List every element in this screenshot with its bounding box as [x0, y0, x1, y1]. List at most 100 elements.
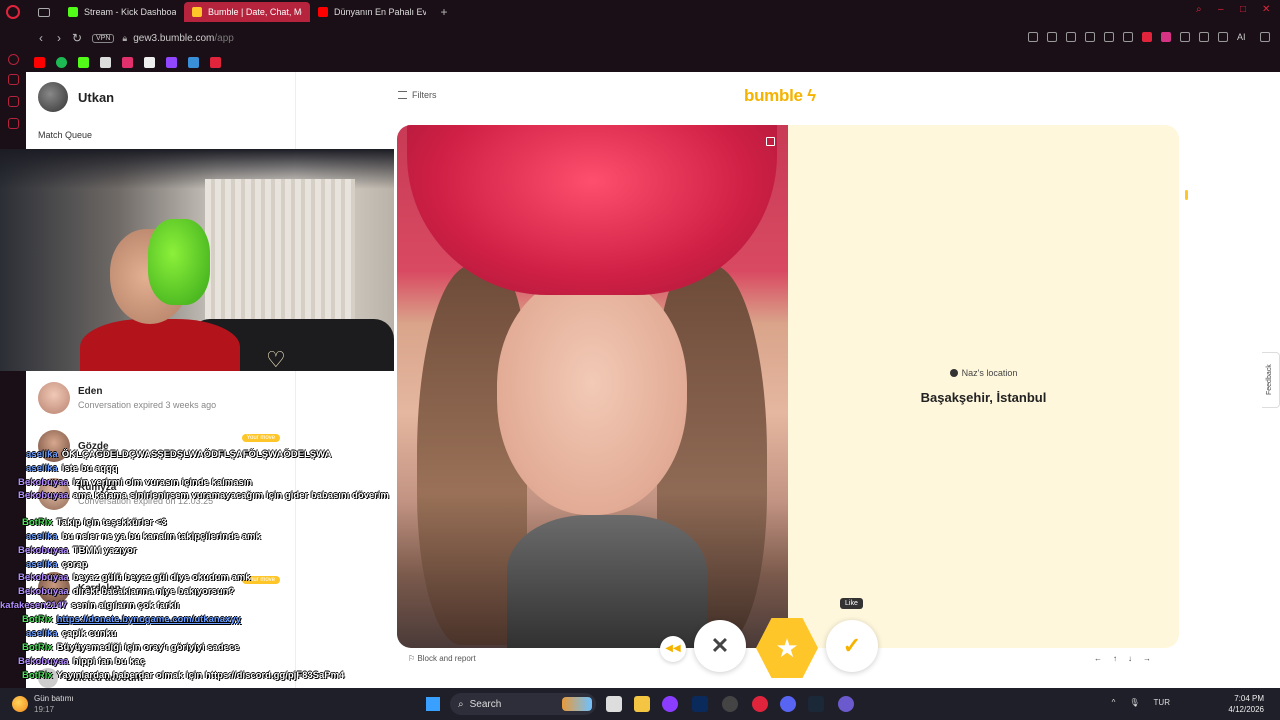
chat-username[interactable]: Bekobuyaa	[18, 477, 69, 488]
other-bookmark-icon[interactable]	[188, 56, 199, 68]
location-label-text: Naz's location	[961, 368, 1018, 378]
twitch-bookmark-icon[interactable]	[166, 56, 177, 68]
tab-youtube[interactable]: Dünyanın En Pahalı Evi / N	[310, 2, 434, 22]
user-profile[interactable]: Utkan	[38, 82, 114, 112]
screenshot-icon[interactable]	[1047, 32, 1057, 42]
chat-username[interactable]: Bekobuyaa	[18, 656, 69, 667]
messenger-icon[interactable]	[8, 96, 19, 107]
avatar	[38, 382, 70, 414]
adblock-icon[interactable]	[1142, 32, 1152, 42]
aria-icon[interactable]	[8, 54, 19, 65]
clock-date[interactable]: 4/12/2026	[1228, 705, 1264, 714]
expand-icon[interactable]	[766, 137, 775, 146]
app-clock-icon[interactable]	[722, 696, 738, 712]
language-indicator[interactable]: TUR	[1154, 698, 1170, 707]
weather-icon[interactable]	[12, 696, 28, 712]
feedback-tab[interactable]: Feedback	[1262, 352, 1280, 408]
chat-username[interactable]: BotRix	[22, 614, 53, 625]
url-field[interactable]: gew3.bumble.com/app	[133, 33, 234, 44]
rewind-button[interactable]: ◀◀	[660, 636, 686, 662]
app-purple-icon[interactable]	[662, 696, 678, 712]
chat-username[interactable]: BotRix	[22, 670, 53, 681]
chat-username[interactable]: Bekobuyaa	[18, 490, 69, 501]
photoshop-icon[interactable]	[692, 696, 708, 712]
microphone-icon[interactable]: 🎙︎	[1129, 698, 1139, 707]
chat-username[interactable]: aselika	[26, 449, 58, 460]
back-button[interactable]: ‹	[32, 31, 50, 45]
search-tabs-icon[interactable]: ⌕	[1196, 5, 1206, 15]
download-icon[interactable]	[1218, 32, 1228, 42]
chat-username[interactable]: BotRix	[22, 642, 53, 653]
pin-icon[interactable]	[1028, 32, 1038, 42]
youtube-bookmark-icon[interactable]	[34, 56, 45, 68]
chat-text: bu neler ne ya bu kanalın takipçilerinde…	[61, 531, 261, 542]
minimize-button[interactable]: –	[1218, 5, 1228, 15]
chat-username[interactable]: aselika	[26, 559, 58, 570]
chat-text: ama kafama sinirlenirsem vuramayacağım i…	[72, 490, 389, 501]
start-button[interactable]	[426, 697, 440, 711]
block-report-link[interactable]: ⚐ Block and report	[408, 654, 476, 663]
forward-button[interactable]: ›	[50, 31, 68, 45]
reload-button[interactable]: ↻	[68, 31, 86, 45]
tab-kick-dashboard[interactable]: Stream - Kick Dashboard	[60, 2, 184, 22]
bookmarks-bar	[0, 52, 1280, 72]
tab-bar: Stream - Kick Dashboard Bumble | Date, C…	[0, 0, 1280, 24]
chat-username[interactable]: aselika	[26, 628, 58, 639]
translate-icon[interactable]	[1085, 32, 1095, 42]
clock-time[interactable]: 7:04 PM	[1234, 694, 1264, 703]
menu-icon[interactable]	[1260, 32, 1270, 42]
tiktok-bookmark-icon[interactable]	[144, 56, 155, 68]
conversation-item[interactable]: Eden Conversation expired 3 weeks ago	[38, 382, 288, 414]
discord-icon[interactable]	[780, 696, 796, 712]
tab-manager-icon[interactable]	[38, 7, 50, 17]
instagram-bookmark-icon[interactable]	[122, 56, 133, 68]
taskbar-search[interactable]: ⌕ Search	[450, 693, 596, 715]
steam-icon[interactable]	[808, 696, 824, 712]
chat-username[interactable]: Bekobuyaa	[18, 545, 69, 556]
heart-icon[interactable]	[1123, 32, 1133, 42]
chat-username[interactable]: Bekobuyaa	[18, 572, 69, 583]
avatar[interactable]	[38, 82, 68, 112]
chat-link[interactable]: https://donate.bynogame.com/utkanaxyy	[57, 614, 241, 625]
system-tray: ^ 🎙︎ TUR	[1112, 698, 1170, 707]
tab-title: Bumble | Date, Chat, Meet	[208, 7, 302, 17]
task-view-icon[interactable]	[606, 696, 622, 712]
spotify-bookmark-icon[interactable]	[56, 56, 67, 68]
pass-button[interactable]: ✕	[694, 620, 746, 672]
puzzle-icon[interactable]	[1180, 32, 1190, 42]
chat-username[interactable]: aselika	[26, 531, 58, 542]
chat-username[interactable]: aselika	[26, 463, 58, 474]
vpn-badge[interactable]: VPN	[92, 33, 115, 43]
app-round-icon[interactable]	[838, 696, 854, 712]
x-bookmark-icon[interactable]	[100, 56, 111, 68]
chat-message: Bekobuyaa TBMM yazıyor	[18, 545, 137, 558]
mail-icon[interactable]	[8, 118, 19, 129]
ai-button[interactable]: AI	[1237, 32, 1251, 42]
lock-icon[interactable]: 🔒︎	[122, 33, 127, 44]
close-button[interactable]: ✕	[1262, 5, 1272, 15]
file-explorer-icon[interactable]	[634, 696, 650, 712]
profile-photo[interactable]	[397, 125, 788, 648]
profile-icon[interactable]	[1199, 32, 1209, 42]
play-icon[interactable]	[1104, 32, 1114, 42]
filters-button[interactable]: Filters	[398, 90, 437, 100]
kick-bookmark-icon[interactable]	[78, 56, 89, 68]
opera-menu-icon[interactable]	[6, 5, 20, 19]
chat-username[interactable]: Bekobuyaa	[18, 586, 69, 597]
new-tab-button[interactable]: +	[438, 6, 450, 18]
chat-username[interactable]: BotRix	[22, 517, 53, 528]
chat-text: direkt bacaklarına niye bakıyorsun?	[72, 586, 235, 597]
maximize-button[interactable]: □	[1240, 5, 1250, 15]
speed-dial-icon[interactable]	[8, 74, 19, 85]
opera-taskbar-icon[interactable]	[752, 696, 768, 712]
like-button[interactable]: ✓	[826, 620, 878, 672]
bumble-icon	[192, 7, 202, 17]
extension-icon[interactable]	[1161, 32, 1171, 42]
chat-text: çapik cunku	[61, 628, 117, 639]
location-label: Naz's location	[788, 368, 1179, 378]
shield-icon[interactable]	[1066, 32, 1076, 42]
tray-chevron-icon[interactable]: ^	[1112, 698, 1116, 707]
game-bookmark-icon[interactable]	[210, 56, 221, 68]
tab-bumble[interactable]: Bumble | Date, Chat, Meet	[184, 2, 310, 22]
chat-username[interactable]: kafakesen2147	[0, 600, 67, 611]
